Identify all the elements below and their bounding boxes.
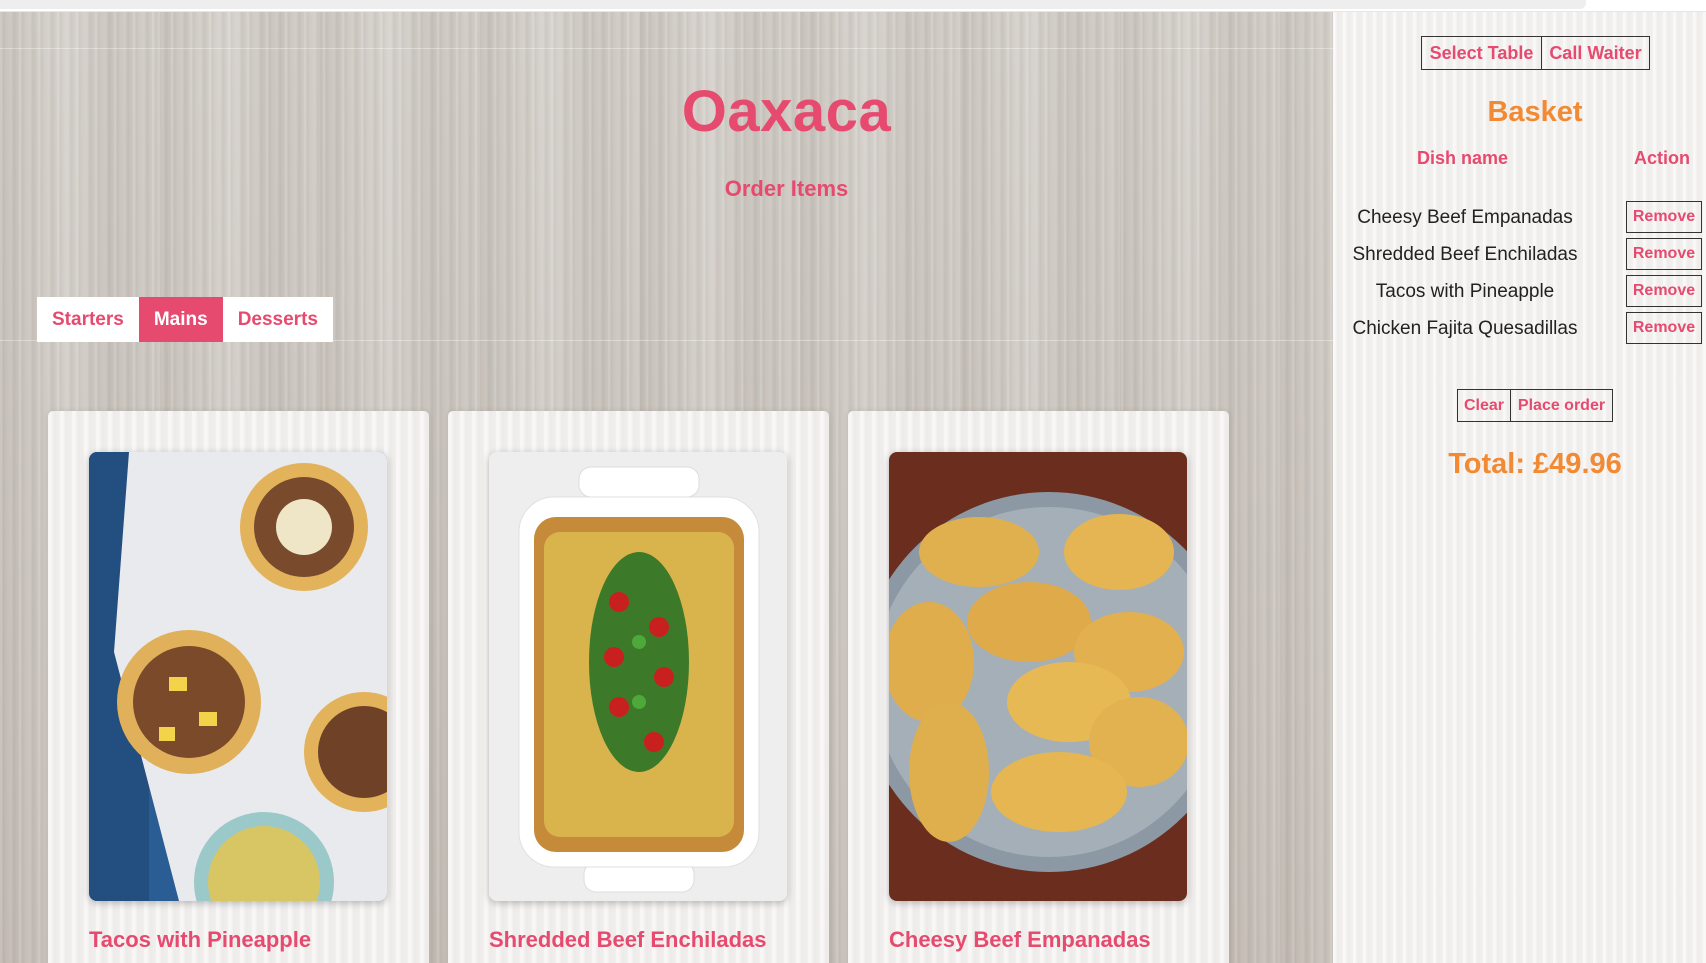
remove-button[interactable]: Remove	[1626, 275, 1702, 307]
place-order-button[interactable]: Place order	[1510, 389, 1613, 422]
basket-item-name: Shredded Beef Enchiladas	[1352, 244, 1578, 265]
menu-card[interactable]: Cheesy Beef Empanadas	[848, 411, 1229, 963]
tacos-image	[89, 452, 387, 901]
dish-photo	[889, 452, 1187, 901]
select-table-button[interactable]: Select Table	[1421, 36, 1542, 70]
remove-button[interactable]: Remove	[1626, 238, 1702, 270]
dish-title: Shredded Beef Enchiladas	[489, 927, 767, 952]
dish-photo	[489, 452, 787, 901]
browser-top-strip	[0, 0, 1706, 12]
dish-title: Cheesy Beef Empanadas	[889, 927, 1151, 952]
basket-item-name: Tacos with Pineapple	[1375, 281, 1555, 302]
dish-photo	[89, 452, 387, 901]
tab-mains[interactable]: Mains	[138, 297, 223, 342]
empanadas-image	[889, 452, 1187, 901]
category-tabs: Starters Mains Desserts	[37, 297, 333, 342]
clear-button[interactable]: Clear	[1457, 389, 1511, 422]
basket-item-name: Cheesy Beef Empanadas	[1357, 207, 1573, 228]
remove-button[interactable]: Remove	[1626, 312, 1702, 344]
menu-card[interactable]: Tacos with Pineapple	[48, 411, 429, 963]
basket-title: Basket	[1487, 96, 1583, 128]
dish-title: Tacos with Pineapple	[89, 927, 312, 952]
basket-item-name: Chicken Fajita Quesadillas	[1352, 318, 1578, 339]
tab-desserts[interactable]: Desserts	[223, 297, 333, 342]
wood-line	[0, 48, 1333, 49]
tab-starters[interactable]: Starters	[37, 297, 139, 342]
browser-strip	[0, 0, 1586, 9]
menu-card[interactable]: Shredded Beef Enchiladas	[448, 411, 829, 963]
call-waiter-button[interactable]: Call Waiter	[1541, 36, 1650, 70]
column-header-action: Action	[1634, 148, 1690, 168]
column-header-dish: Dish name	[1417, 148, 1509, 168]
basket-total: Total: £49.96	[1448, 448, 1622, 480]
remove-button[interactable]: Remove	[1626, 201, 1702, 233]
enchiladas-image	[489, 452, 787, 901]
